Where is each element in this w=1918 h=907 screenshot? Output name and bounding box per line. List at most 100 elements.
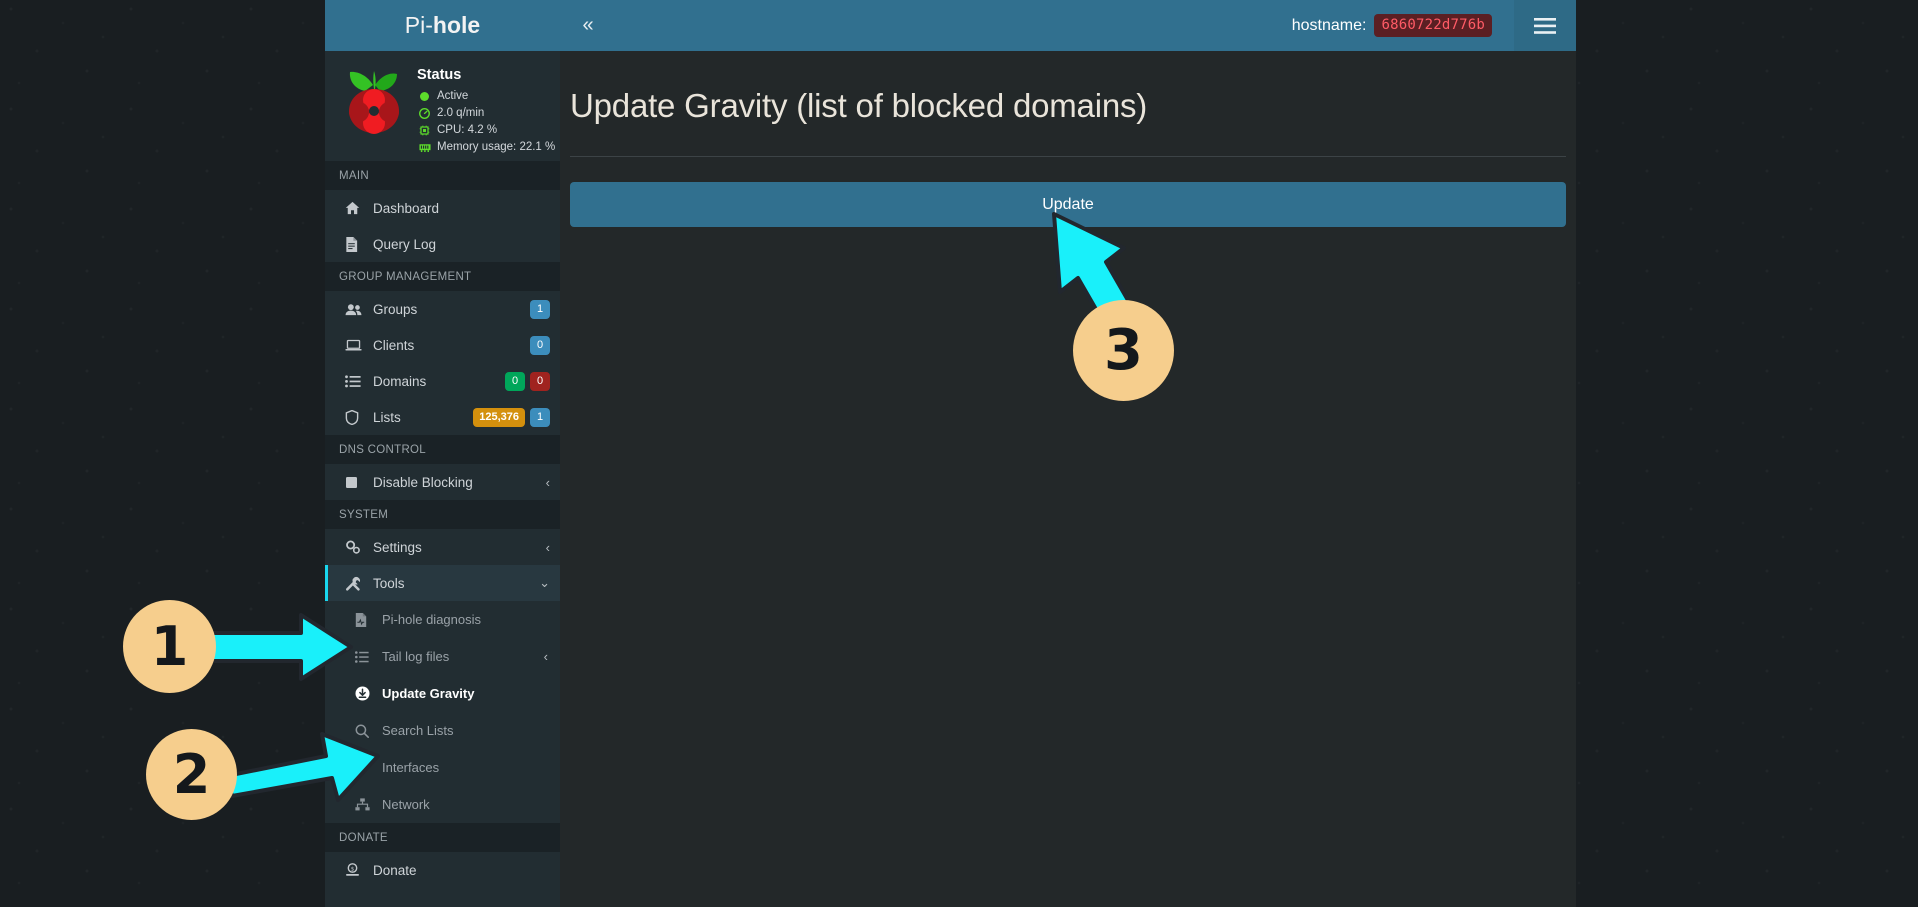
file-document-icon xyxy=(345,236,367,252)
sidebar-item-disable-blocking[interactable]: Disable Blocking ‹ xyxy=(325,464,560,500)
title-divider xyxy=(570,156,1566,157)
status-badge: 1 xyxy=(530,299,550,319)
sidebar-item-query-log[interactable]: Query Log xyxy=(325,226,560,262)
badge-group: 0 0 xyxy=(505,371,550,391)
brand-title: Pi-hole xyxy=(405,12,480,39)
brand-title-suffix: hole xyxy=(432,12,481,38)
status-row-queries: 2.0 q/min xyxy=(417,105,555,122)
sidebar-item-domains[interactable]: Domains 0 0 xyxy=(325,363,560,399)
sidebar-item-settings[interactable]: Settings ‹ xyxy=(325,529,560,565)
submenu-item-label: Pi-hole diagnosis xyxy=(382,612,482,627)
sidebar-item-label: Donate xyxy=(373,862,417,878)
sidebar-item-label: Clients xyxy=(373,337,415,353)
hamburger-menu-icon xyxy=(1534,17,1556,34)
submenu-item-search-lists[interactable]: Search Lists xyxy=(325,712,560,749)
submenu-item-tail-log-files[interactable]: Tail log files ‹ xyxy=(325,638,560,675)
sidebar-item-tools[interactable]: Tools ⌄ xyxy=(325,565,560,601)
nav-section-header-group-management: GROUP MANAGEMENT xyxy=(325,262,560,291)
submenu-item-interfaces[interactable]: Interfaces xyxy=(325,749,560,786)
update-button[interactable]: Update xyxy=(570,182,1566,227)
brand-logo-block[interactable]: Pi-hole xyxy=(325,0,560,51)
status-title: Status xyxy=(417,67,462,83)
cpu-chip-icon xyxy=(417,125,432,136)
submenu-item-label: Network xyxy=(382,797,430,812)
nav-section-header-dns-control: DNS CONTROL xyxy=(325,435,560,464)
status-info: Status Active 2.0 q/min CPU: 4.2 % Memor… xyxy=(413,61,555,153)
sidebar-item-clients[interactable]: Clients 0 xyxy=(325,327,560,363)
list-ul-icon xyxy=(355,650,377,663)
top-navigation-bar: Pi-hole « hostname: 6860722d776b xyxy=(325,0,1576,51)
sidebar-item-dashboard[interactable]: Dashboard xyxy=(325,190,560,226)
pihole-admin-screen: Pi-hole « hostname: 6860722d776b Status … xyxy=(0,0,1918,907)
hostname-label: hostname: xyxy=(1291,16,1367,34)
users-icon xyxy=(345,303,367,316)
badge-group: 1 xyxy=(530,299,550,319)
annotation-step-1: 1 xyxy=(123,600,216,693)
sidebar-item-label: Lists xyxy=(373,409,401,425)
sidebar-item-label: Domains xyxy=(373,373,427,389)
chevron-left-icon: ‹ xyxy=(545,474,550,490)
hostname-display: hostname: 6860722d776b xyxy=(1292,14,1514,37)
search-icon xyxy=(355,724,377,738)
badge-group: 0 xyxy=(530,335,550,355)
green-dot-icon xyxy=(417,92,432,101)
sidebar-item-donate[interactable]: $ Donate xyxy=(325,852,560,888)
nav-section-header-donate: DONATE xyxy=(325,823,560,852)
gears-icon xyxy=(345,540,367,555)
donate-coin-icon: $ xyxy=(345,863,367,877)
sidebar-item-label: Dashboard xyxy=(373,200,440,216)
submenu-item-label: Tail log files xyxy=(382,649,450,664)
speedometer-icon xyxy=(417,108,432,119)
stop-square-icon xyxy=(345,476,367,489)
network-nodes-icon xyxy=(355,798,377,811)
sidebar-item-label: Query Log xyxy=(373,236,437,252)
chevron-left-icon: ‹ xyxy=(543,649,548,664)
file-medical-icon xyxy=(355,612,377,627)
status-badge: 1 xyxy=(530,407,550,427)
pihole-logo xyxy=(335,61,413,149)
svg-text:$: $ xyxy=(351,866,355,872)
list-icon xyxy=(345,374,367,388)
raspberry-logo-icon xyxy=(349,71,399,134)
hamburger-menu-button[interactable] xyxy=(1514,0,1576,51)
status-row-active: Active xyxy=(417,88,555,105)
submenu-item-label: Update Gravity xyxy=(382,686,475,701)
main-content: Update Gravity (list of blocked domains)… xyxy=(560,51,1576,907)
nav-section-header-main: MAIN xyxy=(325,161,560,190)
submenu-item-label: Search Lists xyxy=(382,723,454,738)
double-chevron-left-icon: « xyxy=(582,14,594,36)
page-title: Update Gravity (list of blocked domains) xyxy=(570,87,1148,124)
submenu-item-network[interactable]: Network xyxy=(325,786,560,823)
sidebar-item-lists[interactable]: Lists 125,376 1 xyxy=(325,399,560,435)
hostname-value-badge: 6860722d776b xyxy=(1374,14,1492,37)
status-active-text: Active xyxy=(437,90,469,102)
status-badge: 0 xyxy=(505,371,525,391)
sidebar-item-label: Settings xyxy=(373,539,422,555)
submenu-item-label: Interfaces xyxy=(382,760,440,775)
nav-section-header-system: SYSTEM xyxy=(325,500,560,529)
status-queries-text: 2.0 q/min xyxy=(437,107,485,119)
status-cpu-text: CPU: 4.2 % xyxy=(437,124,498,136)
status-memory-text: Memory usage: 22.1 % xyxy=(437,141,556,153)
status-row-memory: Memory usage: 22.1 % xyxy=(417,139,555,156)
tools-wrench-icon xyxy=(345,576,367,591)
home-icon xyxy=(345,201,367,215)
sidebar-collapse-toggle[interactable]: « xyxy=(560,0,616,51)
submenu-item-pihole-diagnosis[interactable]: Pi-hole diagnosis xyxy=(325,601,560,638)
status-badge: 125,376 xyxy=(473,407,525,427)
status-badge: 0 xyxy=(530,335,550,355)
status-badge: 0 xyxy=(530,371,550,391)
sidebar-item-label: Tools xyxy=(373,575,405,591)
download-circle-icon xyxy=(355,686,377,701)
annotation-step-2: 2 xyxy=(146,729,237,820)
badge-group: 125,376 1 xyxy=(473,407,550,427)
sidebar-item-label: Disable Blocking xyxy=(373,474,473,490)
sidebar: Status Active 2.0 q/min CPU: 4.2 % Memor… xyxy=(325,51,560,907)
submenu-item-update-gravity[interactable]: Update Gravity xyxy=(325,675,560,712)
sidebar-item-groups[interactable]: Groups 1 xyxy=(325,291,560,327)
sidebar-item-label: Groups xyxy=(373,301,418,317)
memory-ram-icon xyxy=(417,142,432,153)
chevron-down-icon: ⌄ xyxy=(539,575,550,590)
chevron-left-icon: ‹ xyxy=(545,539,550,555)
brand-title-prefix: Pi- xyxy=(404,12,433,38)
